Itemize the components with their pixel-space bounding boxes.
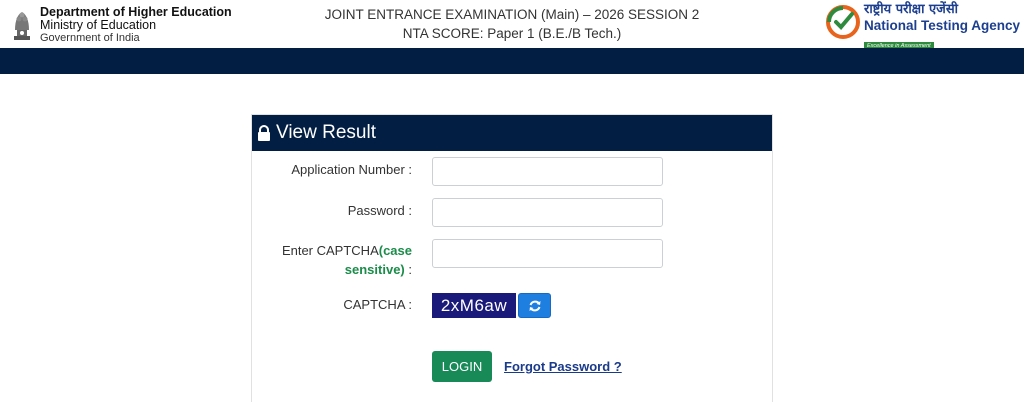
nta-brand: राष्ट्रीय परीक्षा एजेंसी National Testin… [864,2,1020,52]
password-label: Password : [347,203,412,218]
lock-icon [258,125,270,141]
card-header: View Result [252,115,772,151]
ministry-name: Ministry of Education [40,18,157,32]
national-emblem-icon [14,12,30,40]
nta-hindi-name: राष्ट्रीय परीक्षा एजेंसी [864,2,958,17]
captcha-input[interactable] [432,239,663,268]
application-number-input[interactable] [432,157,663,186]
enter-captcha-colon: : [404,262,412,277]
refresh-captcha-button[interactable] [518,293,551,318]
captcha-label: CAPTCHA : [343,297,412,312]
ministry-block: Department of Higher Education Ministry … [40,6,232,45]
enter-captcha-label: Enter CAPTCHA(case sensitive) : [252,241,412,279]
captcha-image: 2xM6aw [432,293,516,318]
nav-bar [0,48,1024,74]
exam-title-line2: NTA SCORE: Paper 1 (B.E./B Tech.) [402,26,622,41]
page-header: Department of Higher Education Ministry … [0,0,1024,51]
refresh-icon [529,300,540,311]
forgot-password-link[interactable]: Forgot Password ? [504,359,622,374]
application-number-label: Application Number : [291,162,412,177]
enter-captcha-text: Enter CAPTCHA [281,243,379,258]
nta-english-name: National Testing Agency [864,18,1021,33]
exam-title: JOINT ENTRANCE EXAMINATION (Main) – 2026… [300,5,724,43]
card-title: View Result [276,122,376,143]
password-input[interactable] [432,198,663,227]
nta-logo-icon [826,5,860,39]
view-result-card: View Result Application Number : Passwor… [251,114,773,402]
login-button[interactable]: LOGIN [432,351,492,382]
exam-title-line1: JOINT ENTRANCE EXAMINATION (Main) – 2026… [324,7,700,22]
government-name: Government of India [40,32,140,44]
